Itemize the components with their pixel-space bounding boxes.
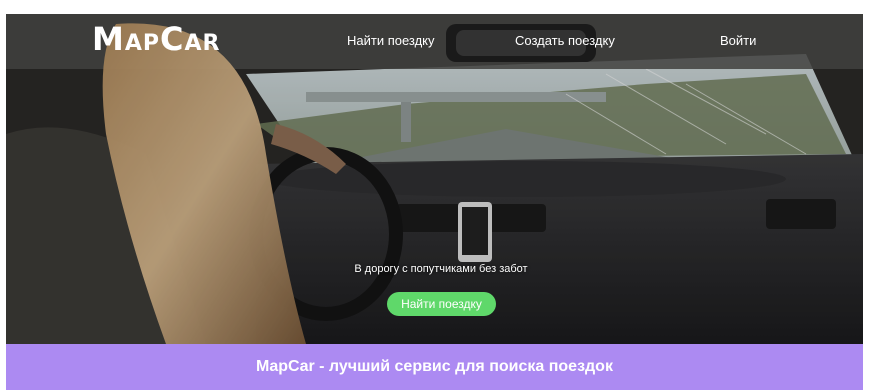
logo[interactable]: MapCar <box>92 20 220 58</box>
navbar: MapCar Найти поездку Создать поездку Вой… <box>6 14 863 64</box>
hero-tagline: В дорогу с попутчиками без забот <box>354 263 528 275</box>
banner-title: MapCar - лучший сервис для поиска поездо… <box>256 358 613 375</box>
find-trip-button[interactable]: Найти поездку <box>387 292 496 316</box>
hero-section: MapCar Найти поездку Создать поездку Вой… <box>6 14 863 344</box>
promo-banner: MapCar - лучший сервис для поиска поездо… <box>6 344 863 390</box>
nav-link-find-trip[interactable]: Найти поездку <box>347 33 435 48</box>
nav-link-login[interactable]: Войти <box>720 33 756 48</box>
nav-link-create-trip[interactable]: Создать поездку <box>515 33 615 48</box>
